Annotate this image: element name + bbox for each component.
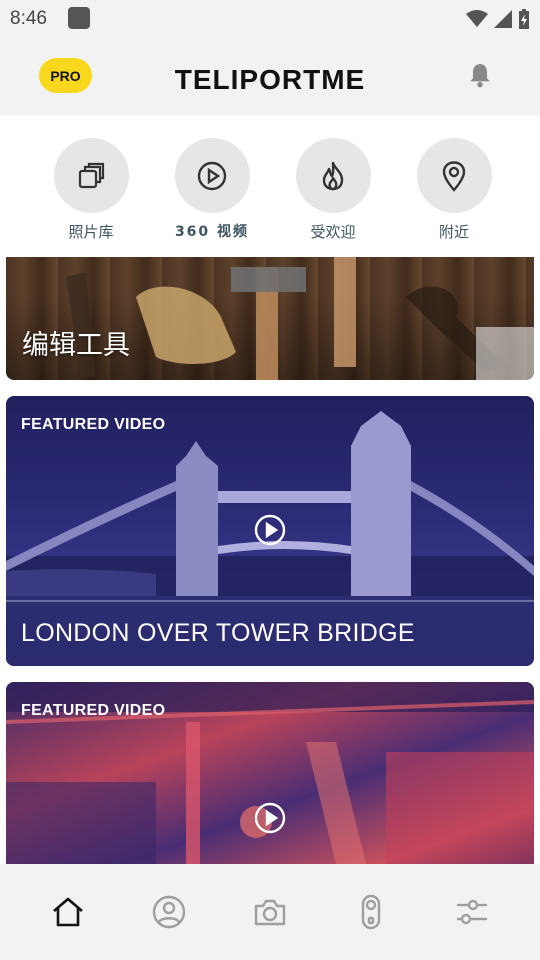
category-label: 受欢迎	[310, 223, 356, 241]
cellular-signal-icon	[494, 10, 512, 28]
location-pin-icon	[442, 160, 466, 192]
status-bar: 8:46	[0, 0, 540, 38]
nav-settings[interactable]	[454, 894, 490, 930]
bottom-navigation	[0, 864, 540, 960]
nav-360-camera[interactable]	[353, 894, 389, 930]
featured-video-card-market[interactable]: FEATURED VIDEO	[6, 682, 534, 864]
category-label: 360 视频	[174, 224, 250, 240]
flame-icon	[322, 161, 344, 190]
nav-camera[interactable]	[252, 894, 288, 930]
category-label: 附近	[438, 223, 469, 241]
category-circle	[416, 138, 492, 213]
play-circle-icon	[197, 161, 227, 190]
battery-charging-icon	[519, 9, 529, 29]
category-circle	[174, 138, 250, 213]
play-icon[interactable]	[254, 802, 286, 834]
card-title: 编辑工具	[22, 330, 130, 361]
wifi-icon	[466, 10, 488, 27]
status-time: 8:46	[10, 8, 47, 29]
app-title: TELIPORTME	[174, 64, 366, 95]
play-icon[interactable]	[254, 514, 286, 546]
app-header: PRO TELIPORTME	[0, 38, 540, 115]
settings-sliders-icon	[457, 899, 487, 925]
nav-home[interactable]	[50, 894, 86, 930]
category-popular[interactable]: 受欢迎	[295, 138, 371, 242]
category-circle	[53, 138, 129, 213]
featured-video-label: FEATURED VIDEO	[21, 702, 166, 719]
camera-icon	[254, 899, 286, 926]
home-icon	[53, 897, 83, 927]
notifications-bell-icon[interactable]	[467, 62, 493, 90]
360-camera-icon	[361, 894, 381, 930]
featured-video-label: FEATURED VIDEO	[21, 416, 166, 433]
status-icons	[466, 8, 530, 30]
category-nearby[interactable]: 附近	[416, 138, 492, 242]
nav-profile[interactable]	[151, 894, 187, 930]
video-title: LONDON OVER TOWER BRIDGE	[21, 619, 415, 647]
editing-tools-card[interactable]: 编辑工具	[6, 257, 534, 380]
category-gallery[interactable]: 照片库	[53, 138, 129, 242]
profile-icon	[152, 895, 186, 929]
category-360-video[interactable]: 360 视频	[174, 138, 250, 241]
category-circle	[295, 138, 371, 213]
gallery-icon	[78, 162, 105, 188]
category-row: 照片库 360 视频 受欢迎 附近	[0, 115, 540, 257]
category-label: 照片库	[68, 223, 114, 241]
featured-video-card-london[interactable]: FEATURED VIDEO LONDON OVER TOWER BRIDGE	[6, 396, 534, 666]
notification-app-icon	[68, 7, 90, 29]
